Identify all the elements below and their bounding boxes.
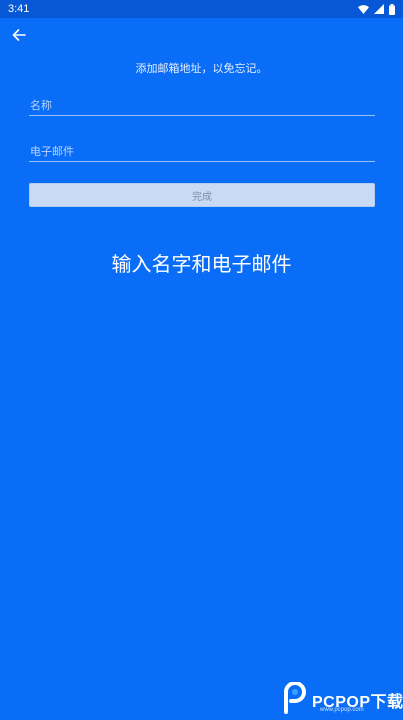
caption-text: 输入名字和电子邮件 bbox=[111, 252, 292, 276]
email-input[interactable] bbox=[29, 141, 375, 162]
status-bar: 3:41 bbox=[0, 0, 403, 18]
screen: 3:41 添加邮箱地址，以免忘记。 完成 输入名字和电子邮件 bbox=[0, 0, 403, 720]
wifi-icon bbox=[358, 4, 369, 14]
arrow-left-icon bbox=[12, 26, 26, 45]
name-field-container bbox=[29, 94, 375, 116]
name-input[interactable] bbox=[29, 95, 375, 116]
done-button[interactable]: 完成 bbox=[29, 183, 375, 207]
battery-icon bbox=[389, 3, 395, 15]
signal-icon bbox=[374, 4, 384, 14]
back-button[interactable] bbox=[8, 26, 30, 44]
status-icons bbox=[358, 3, 395, 15]
watermark: PCPOP下载 www.pcpop.com bbox=[280, 681, 403, 718]
watermark-url: www.pcpop.com bbox=[320, 707, 364, 713]
status-time: 3:41 bbox=[8, 3, 30, 15]
email-field-container bbox=[29, 140, 375, 162]
pcpop-logo-icon bbox=[280, 681, 310, 718]
hint-text: 添加邮箱地址，以免忘记。 bbox=[135, 62, 268, 75]
